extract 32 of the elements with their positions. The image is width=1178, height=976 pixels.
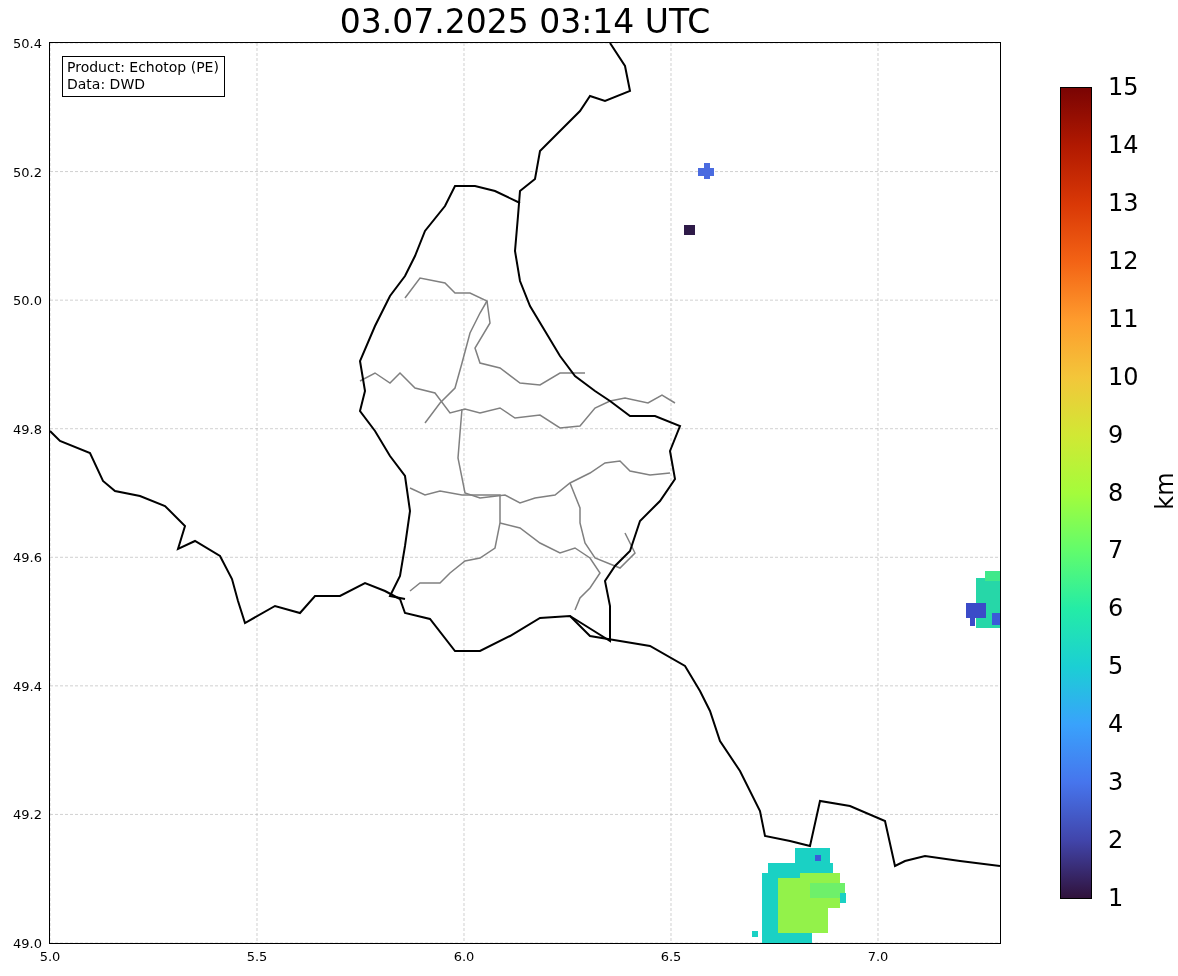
map-title: 03.07.2025 03:14 UTC [338,1,712,42]
colorbar-tick-label: 11 [1108,305,1139,332]
colorbar-tick-label: 10 [1108,363,1139,390]
colorbar-tick-label: 15 [1108,74,1139,100]
colorbar-tick-label: 3 [1108,769,1124,796]
y-axis-tick-label: 50.2 [13,164,42,180]
legend-text: Product: Echotop (PE) [67,59,219,76]
colorbar-tick-label: 7 [1108,537,1124,564]
colorbar-tick-label: 12 [1108,247,1139,274]
x-axis-tick-label: 5.0 [39,949,61,964]
y-axis-tick-label: 50.0 [13,292,42,308]
y-axis-tick-label: 49.4 [13,678,42,694]
colorbar-tick-label: 9 [1108,421,1124,448]
colorbar-tick-label: 6 [1108,595,1124,622]
colorbar-tick-label: 5 [1108,653,1124,680]
colorbar-label: km [1150,472,1178,510]
x-axis-tick-label: 6.0 [453,949,475,964]
colorbar-tick-label: 14 [1108,131,1139,158]
y-axis-tick-label: 49.8 [13,421,42,437]
colorbar-tick-label: 8 [1108,479,1124,506]
x-axis-tick-label: 6.5 [660,949,682,964]
legend-text: Data: DWD [67,76,146,93]
y-axis-tick-label: 49.6 [13,549,42,565]
y-axis-tick-label: 49.2 [13,806,42,822]
y-axis-tick-label: 49.0 [13,935,42,951]
colorbar-tick-label: 4 [1108,711,1124,738]
x-axis-tick-label: 5.5 [246,949,268,964]
colorbar-tick-label: 1 [1108,885,1124,911]
y-axis-tick-label: 50.4 [13,35,42,51]
x-axis-tick-label: 7.0 [867,949,889,964]
colorbar-tick-label: 13 [1108,189,1139,216]
colorbar-tick-label: 2 [1108,827,1124,854]
